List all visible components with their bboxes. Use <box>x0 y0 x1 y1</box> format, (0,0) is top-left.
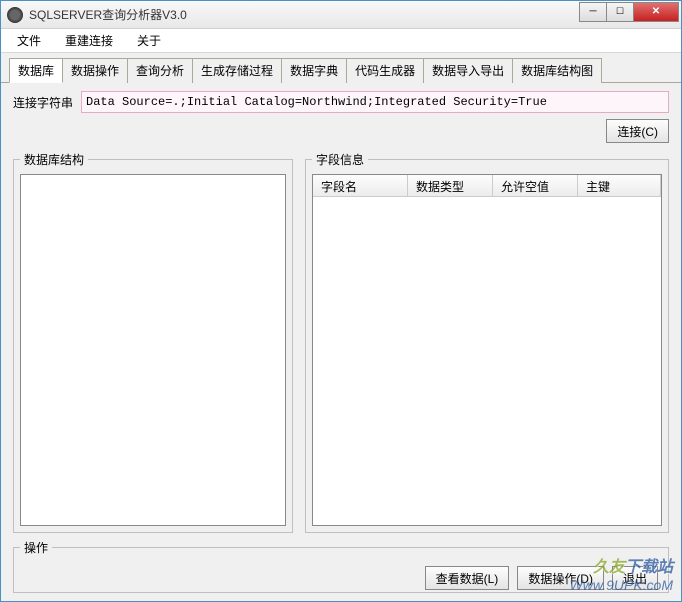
connection-row: 连接字符串 <box>13 91 669 113</box>
db-structure-panel: 数据库结构 <box>13 151 293 533</box>
data-ops-button[interactable]: 数据操作(D) <box>517 566 604 590</box>
tab-query-analysis[interactable]: 查询分析 <box>127 58 193 83</box>
menubar: 文件 重建连接 关于 <box>1 29 681 53</box>
tab-import-export[interactable]: 数据导入导出 <box>423 58 513 83</box>
operations-row: 查看数据(L) 数据操作(D) 退出 <box>20 562 662 590</box>
col-primary-key[interactable]: 主键 <box>578 175 661 196</box>
tab-data-dict[interactable]: 数据字典 <box>281 58 347 83</box>
col-allow-null[interactable]: 允许空值 <box>493 175 578 196</box>
tab-code-gen[interactable]: 代码生成器 <box>346 58 424 83</box>
maximize-button[interactable] <box>606 2 634 22</box>
menu-file[interactable]: 文件 <box>7 30 51 51</box>
window-controls <box>580 2 679 22</box>
field-info-legend: 字段信息 <box>312 151 368 168</box>
field-table[interactable]: 字段名 数据类型 允许空值 主键 <box>312 174 662 526</box>
col-data-type[interactable]: 数据类型 <box>408 175 493 196</box>
tab-data-ops[interactable]: 数据操作 <box>62 58 128 83</box>
operations-legend: 操作 <box>20 539 52 556</box>
exit-button[interactable]: 退出 <box>612 566 658 590</box>
titlebar[interactable]: SQLSERVER查询分析器V3.0 <box>1 1 681 29</box>
panels-row: 数据库结构 字段信息 字段名 数据类型 允许空值 主键 <box>13 151 669 533</box>
window-title: SQLSERVER查询分析器V3.0 <box>29 6 580 23</box>
connection-string-input[interactable] <box>81 91 669 113</box>
operations-panel: 操作 查看数据(L) 数据操作(D) 退出 <box>13 539 669 593</box>
menu-reconnect[interactable]: 重建连接 <box>55 30 123 51</box>
connect-button-row: 连接(C) <box>13 119 669 143</box>
field-info-panel: 字段信息 字段名 数据类型 允许空值 主键 <box>305 151 669 533</box>
menu-about[interactable]: 关于 <box>127 30 171 51</box>
app-icon <box>7 7 23 23</box>
tab-gen-sproc[interactable]: 生成存储过程 <box>192 58 282 83</box>
view-data-button[interactable]: 查看数据(L) <box>425 566 510 590</box>
content-area: 连接字符串 连接(C) 数据库结构 字段信息 字段名 数据类型 允许空值 主键 <box>1 83 681 601</box>
close-button[interactable] <box>633 2 679 22</box>
db-structure-legend: 数据库结构 <box>20 151 88 168</box>
db-structure-listbox[interactable] <box>20 174 286 526</box>
col-field-name[interactable]: 字段名 <box>313 175 408 196</box>
tab-db-diagram[interactable]: 数据库结构图 <box>512 58 602 83</box>
minimize-button[interactable] <box>579 2 607 22</box>
app-window: SQLSERVER查询分析器V3.0 文件 重建连接 关于 数据库 数据操作 查… <box>0 0 682 602</box>
connect-button[interactable]: 连接(C) <box>606 119 669 143</box>
connection-label: 连接字符串 <box>13 94 73 111</box>
tabbar: 数据库 数据操作 查询分析 生成存储过程 数据字典 代码生成器 数据导入导出 数… <box>1 53 681 83</box>
tab-database[interactable]: 数据库 <box>9 58 63 83</box>
field-table-header: 字段名 数据类型 允许空值 主键 <box>313 175 661 197</box>
